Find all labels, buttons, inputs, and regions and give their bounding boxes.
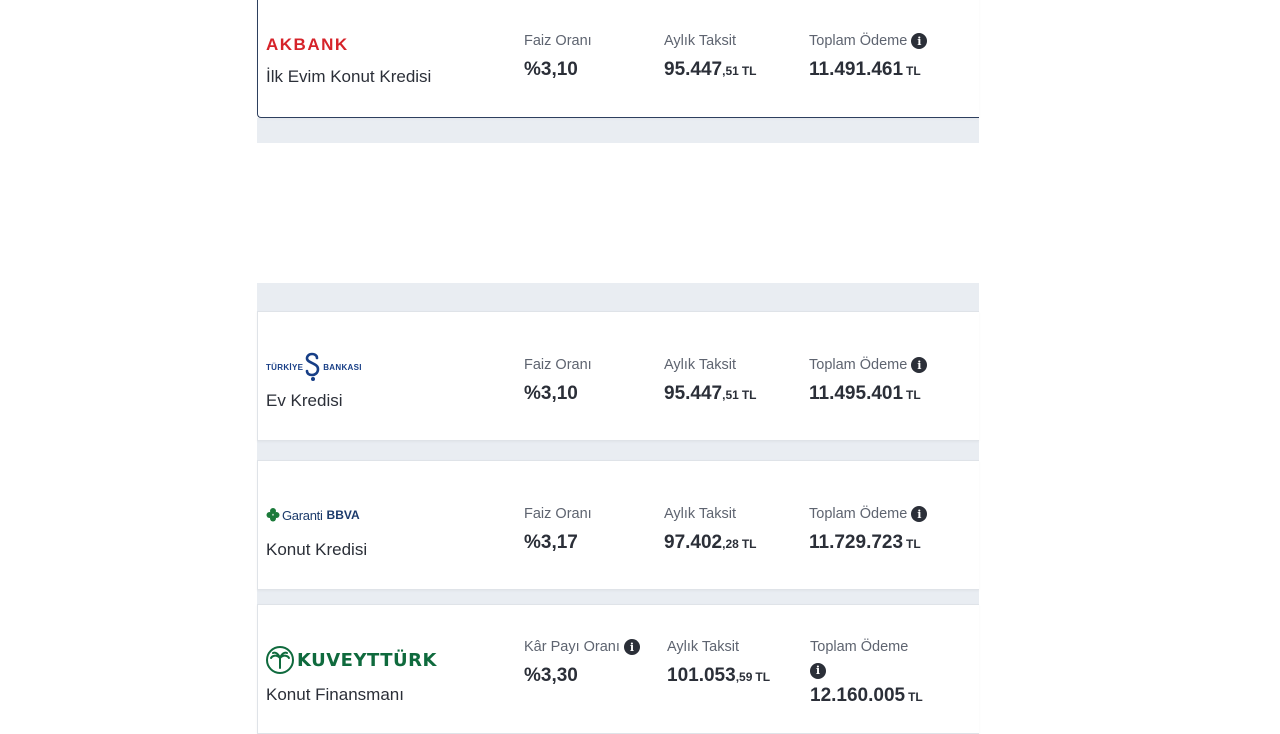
interest-rate-column: Faiz Oranı %3,10 xyxy=(524,33,592,81)
product-name: Konut Finansmanı xyxy=(266,685,404,704)
total-payment-column: Toplam Ödeme i 11.495.401 TL xyxy=(809,357,928,405)
loan-offer-card-isbank[interactable]: TÜRKİYE BANKASI Ev Kredisi Faiz Oranı %3… xyxy=(257,311,979,441)
monthly-installment-column: Aylık Taksit 101.053,59 TL xyxy=(667,639,770,687)
total-payment-column: Toplam Ödeme i 12.160.005 TL xyxy=(810,639,930,707)
total-payment-column: Toplam Ödeme i 11.729.723 TL xyxy=(809,506,928,554)
monthly-installment-label: Aylık Taksit xyxy=(664,33,736,49)
isbank-s-icon xyxy=(305,352,320,381)
monthly-installment-value: 97.402,28 TL xyxy=(664,532,757,553)
garanti-clover-icon xyxy=(266,508,280,522)
monthly-installment-column: Aylık Taksit 97.402,28 TL xyxy=(664,506,756,554)
info-icon[interactable]: i xyxy=(911,357,928,373)
interest-rate-column: Faiz Oranı %3,17 xyxy=(524,506,592,554)
profit-rate-label: Kâr Payı Oranı xyxy=(524,639,620,655)
interest-rate-column: Faiz Oranı %3,10 xyxy=(524,357,592,405)
monthly-installment-column: Aylık Taksit 95.447,51 TL xyxy=(664,33,756,81)
product-name: İlk Evim Konut Kredisi xyxy=(266,67,432,86)
profit-rate-column: Kâr Payı Oranı i %3,30 xyxy=(524,639,640,687)
monthly-installment-label: Aylık Taksit xyxy=(664,357,736,373)
garanti-logo: Garanti BBVA xyxy=(266,507,360,523)
interest-rate-label: Faiz Oranı xyxy=(524,33,592,49)
monthly-installment-column: Aylık Taksit 95.447,51 TL xyxy=(664,357,756,405)
list-separator-band xyxy=(257,118,979,143)
total-payment-label: Toplam Ödeme xyxy=(809,506,908,522)
loan-offer-card-akbank[interactable]: AKBANK İlk Evim Konut Kredisi Faiz Oranı… xyxy=(257,0,979,118)
total-payment-label: Toplam Ödeme xyxy=(809,33,908,49)
loan-offer-card-kuveytturk[interactable]: KUVEYTTÜRK Konut Finansmanı Kâr Payı Ora… xyxy=(257,604,979,734)
total-payment-value: 11.491.461 TL xyxy=(809,59,921,80)
total-payment-label: Toplam Ödeme xyxy=(810,639,909,655)
total-payment-column: Toplam Ödeme i 11.491.461 TL xyxy=(809,33,928,81)
profit-rate-value: %3,30 xyxy=(524,665,578,686)
loan-offer-card-garanti[interactable]: Garanti BBVA Konut Kredisi Faiz Oranı %3… xyxy=(257,460,979,590)
interest-rate-label: Faiz Oranı xyxy=(524,506,592,522)
monthly-installment-value: 95.447,51 TL xyxy=(664,383,757,404)
info-icon[interactable]: i xyxy=(911,33,928,49)
interest-rate-value: %3,10 xyxy=(524,383,578,404)
kuveytturk-logo: KUVEYTTÜRK xyxy=(266,646,437,674)
kuveytturk-palm-icon xyxy=(266,646,294,674)
info-icon[interactable]: i xyxy=(810,662,826,679)
product-name: Ev Kredisi xyxy=(266,391,343,410)
total-payment-label: Toplam Ödeme xyxy=(809,357,908,373)
total-payment-value: 12.160.005 TL xyxy=(810,685,923,706)
product-name: Konut Kredisi xyxy=(266,540,368,559)
interest-rate-value: %3,10 xyxy=(524,59,578,80)
monthly-installment-value: 95.447,51 TL xyxy=(664,59,757,80)
interest-rate-label: Faiz Oranı xyxy=(524,357,592,373)
monthly-installment-value: 101.053,59 TL xyxy=(667,665,771,686)
total-payment-value: 11.495.401 TL xyxy=(809,383,921,404)
info-icon[interactable]: i xyxy=(623,639,640,655)
total-payment-value: 11.729.723 TL xyxy=(809,532,921,553)
monthly-installment-label: Aylık Taksit xyxy=(664,506,736,522)
info-icon[interactable]: i xyxy=(911,506,928,522)
isbank-logo: TÜRKİYE BANKASI xyxy=(266,352,362,382)
interest-rate-value: %3,17 xyxy=(524,532,578,553)
monthly-installment-label: Aylık Taksit xyxy=(667,639,739,655)
akbank-logo: AKBANK xyxy=(266,35,349,54)
